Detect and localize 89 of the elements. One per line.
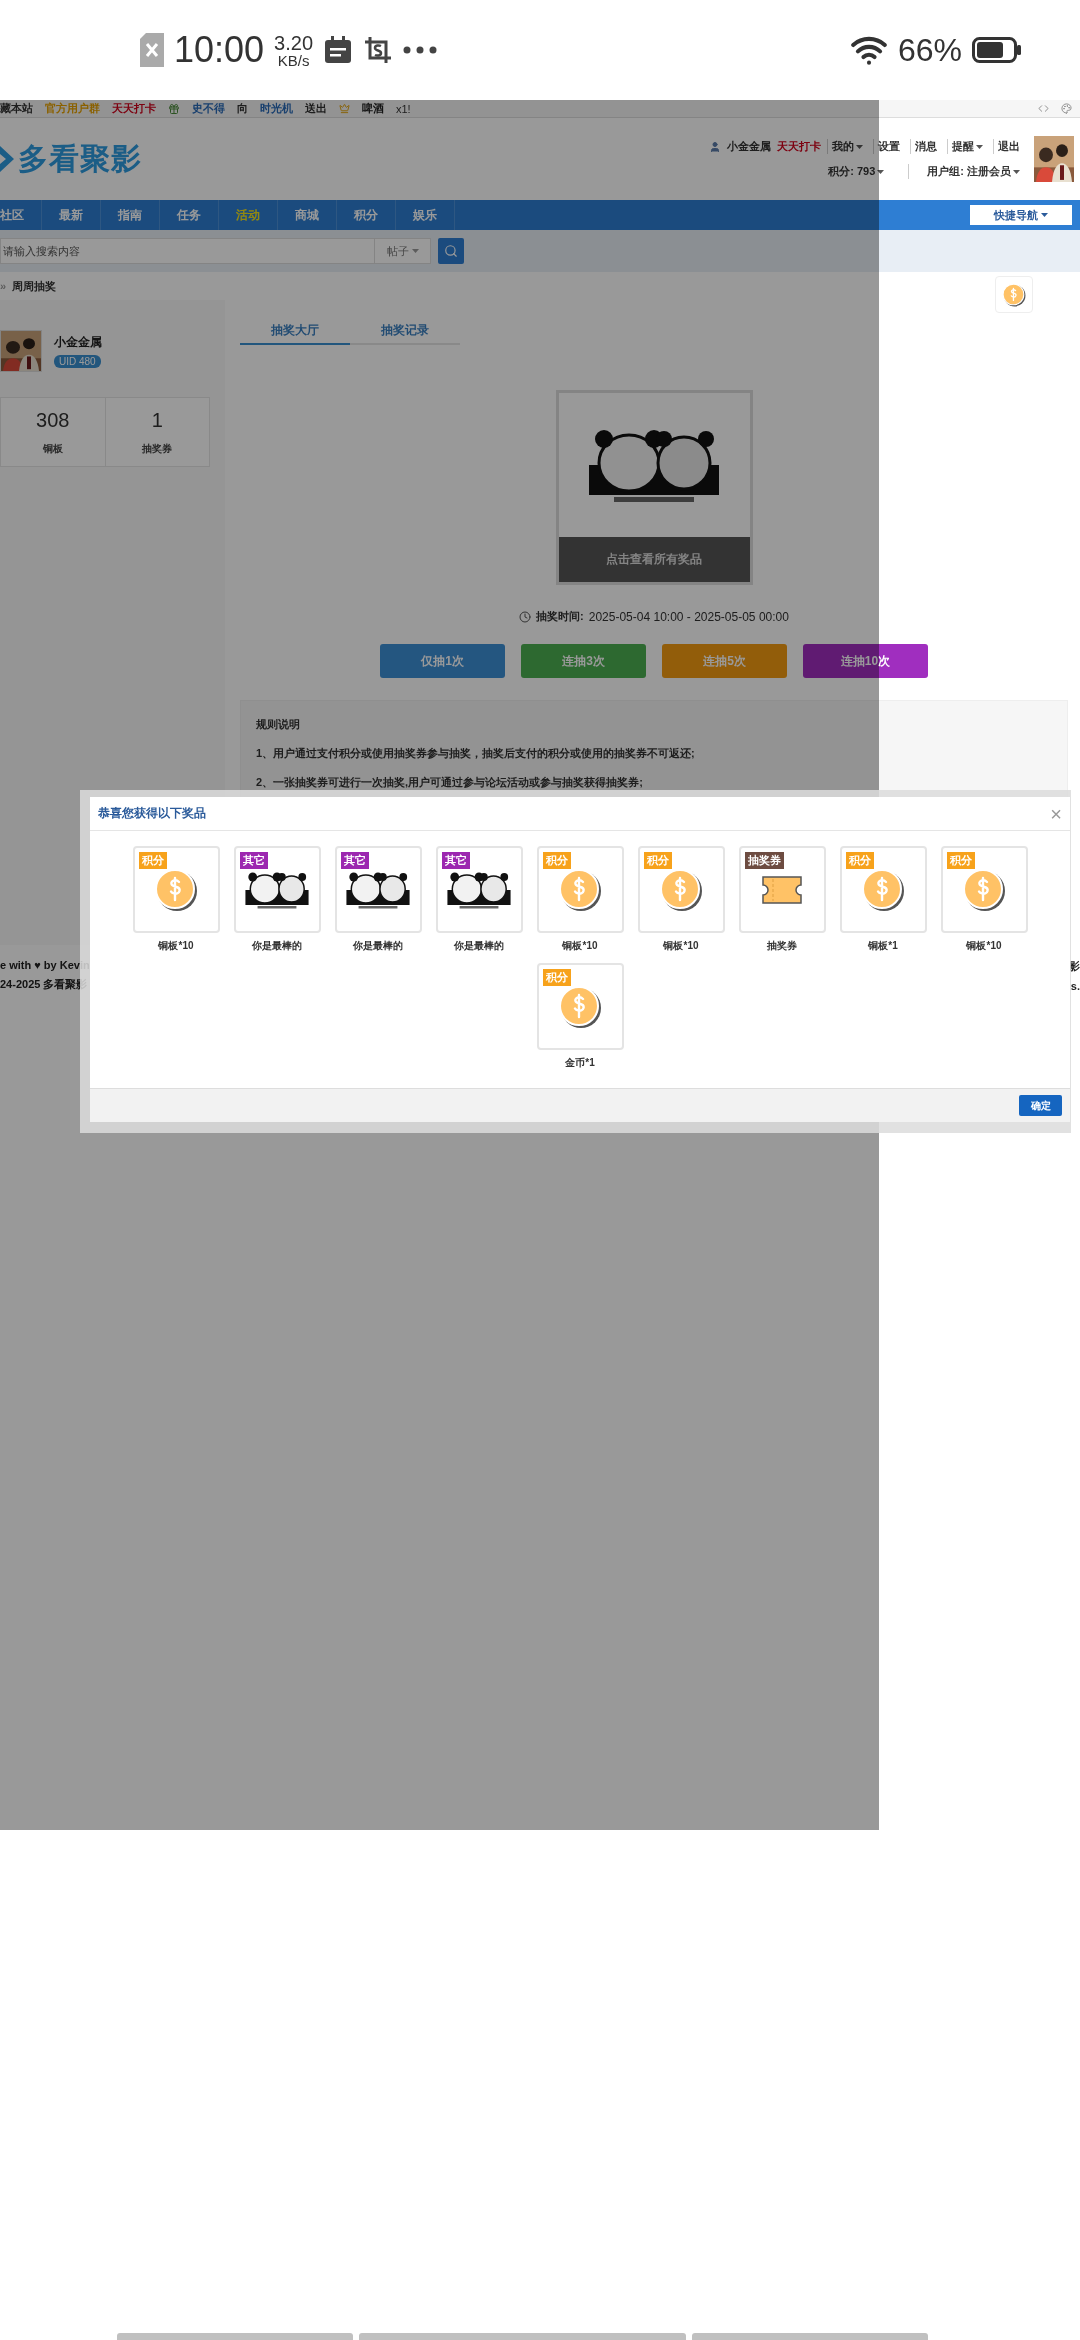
prize-name: 铜板*10 [966,939,1002,953]
prize-tag: 积分 [946,852,975,869]
gift-name: 啤酒 [362,101,384,116]
header-link[interactable]: 消息 [910,139,941,154]
clock-time: 10:00 [174,29,265,71]
header-link[interactable]: 退出 [993,139,1024,154]
checkin-link[interactable]: 天天打卡 [777,139,821,154]
header-info[interactable]: 积分: 793 [828,164,889,179]
header-link[interactable]: 提醒 [947,139,987,154]
gift-count: x1! [396,102,411,115]
caret-icon [1041,213,1048,217]
view-prizes-button[interactable]: 点击查看所有奖品 [558,537,750,582]
top-link[interactable]: 藏本站 [0,101,33,116]
breadcrumb-separator: » [0,280,7,292]
top-link[interactable]: 官方用户群 [45,101,100,116]
coin-button[interactable] [995,276,1033,313]
search-icon [444,244,458,258]
palette-icon [1061,103,1072,114]
calendar-icon [323,35,354,65]
no-sim-icon [140,33,164,67]
crown-icon [339,103,350,114]
draw-button[interactable]: 连抽5次 [662,644,787,678]
stat-label: 抽奖券 [142,441,173,456]
prize-name: 你是最棒的 [353,939,403,953]
prize-name: 铜板*10 [562,939,598,953]
caret-icon [411,249,419,253]
code-icon [1038,103,1049,114]
prize-tag: 积分 [138,852,167,869]
message-text: 史不得 [192,101,225,116]
prize-tag: 积分 [542,969,571,986]
site-logo: 多看聚影 [18,140,142,177]
time-range: 2025-05-04 10:00 - 2025-05-05 00:00 [588,609,789,624]
search-scope[interactable]: 帖子 [375,238,431,264]
prize-name: 抽奖券 [767,939,797,953]
message-text: 向 [237,101,248,116]
stat-value: 1 [151,408,163,432]
prize-tag: 其它 [441,852,470,869]
more-icon [403,46,438,54]
header-link[interactable]: 我的 [827,139,867,154]
quick-nav-button[interactable]: 快捷导航 [970,205,1072,225]
confirm-button[interactable]: 确定 [1019,1095,1062,1116]
search-button[interactable] [438,238,464,264]
dialog-title: 恭喜您获得以下奖品 [98,805,206,822]
stat-label: 铜板 [42,441,63,456]
uid-badge: UID 480 [54,355,101,368]
user-icon [709,140,721,153]
stat-value: 308 [36,408,70,432]
prize-name: 你是最棒的 [252,939,302,953]
logo-icon [0,144,14,174]
draw-button[interactable]: 仅抽1次 [380,644,505,678]
rules-title: 规则说明 [256,717,301,732]
prize-tag: 积分 [845,852,874,869]
rule-text: 2、一张抽奖券可进行一次抽奖,用户可通过参与论坛活动或参与抽奖获得抽奖券; [256,775,644,790]
header-link[interactable]: 设置 [873,139,904,154]
prize-tag: 积分 [542,852,571,869]
draw-button[interactable]: 连抽3次 [521,644,646,678]
prize-name: 你是最棒的 [454,939,504,953]
gift-icon [168,102,180,115]
user-name[interactable]: 小金金属 [727,139,771,154]
prize-name: 铜板*10 [663,939,699,953]
prize-name: 金币*1 [565,1056,595,1070]
user-name: 小金金属 [54,334,102,351]
prize-tag: 其它 [340,852,369,869]
tab[interactable]: 抽奖记录 [350,318,460,345]
battery-icon [972,37,1022,63]
prize-name: 铜板*10 [158,939,194,953]
prize-tag: 积分 [643,852,672,869]
top-link[interactable]: 天天打卡 [112,101,156,116]
crop-icon [363,35,394,65]
network-speed: 3.20 [274,32,314,53]
header-info[interactable]: 用户组: 注册会员 [908,164,1024,179]
message-text: 送出 [305,101,327,116]
coin-icon [1002,282,1026,307]
time-label: 抽奖时间: [536,609,584,624]
search-field[interactable]: 请输入搜索内容 [0,238,375,264]
speed-unit: KB/s [277,52,310,68]
battery-percent: 66% [897,31,962,69]
breadcrumb-current[interactable]: 周周抽奖 [12,278,57,294]
footer-text: s. [1070,980,1080,992]
clock-icon [519,610,532,623]
rule-text: 1、用户通过支付积分或使用抽奖券参与抽奖，抽奖后支付的积分或使用的抽奖券不可返还; [256,746,696,761]
footer-text: 24-2025 多看聚影 [0,977,88,992]
footer-text: 影 [1069,959,1080,974]
prize-tag: 其它 [239,852,268,869]
prize-name: 铜板*1 [868,939,898,953]
message-text: 时光机 [260,101,293,116]
close-button[interactable]: × [1050,803,1062,824]
prize-tag: 抽奖券 [744,852,784,869]
tab[interactable]: 抽奖大厅 [240,318,350,345]
